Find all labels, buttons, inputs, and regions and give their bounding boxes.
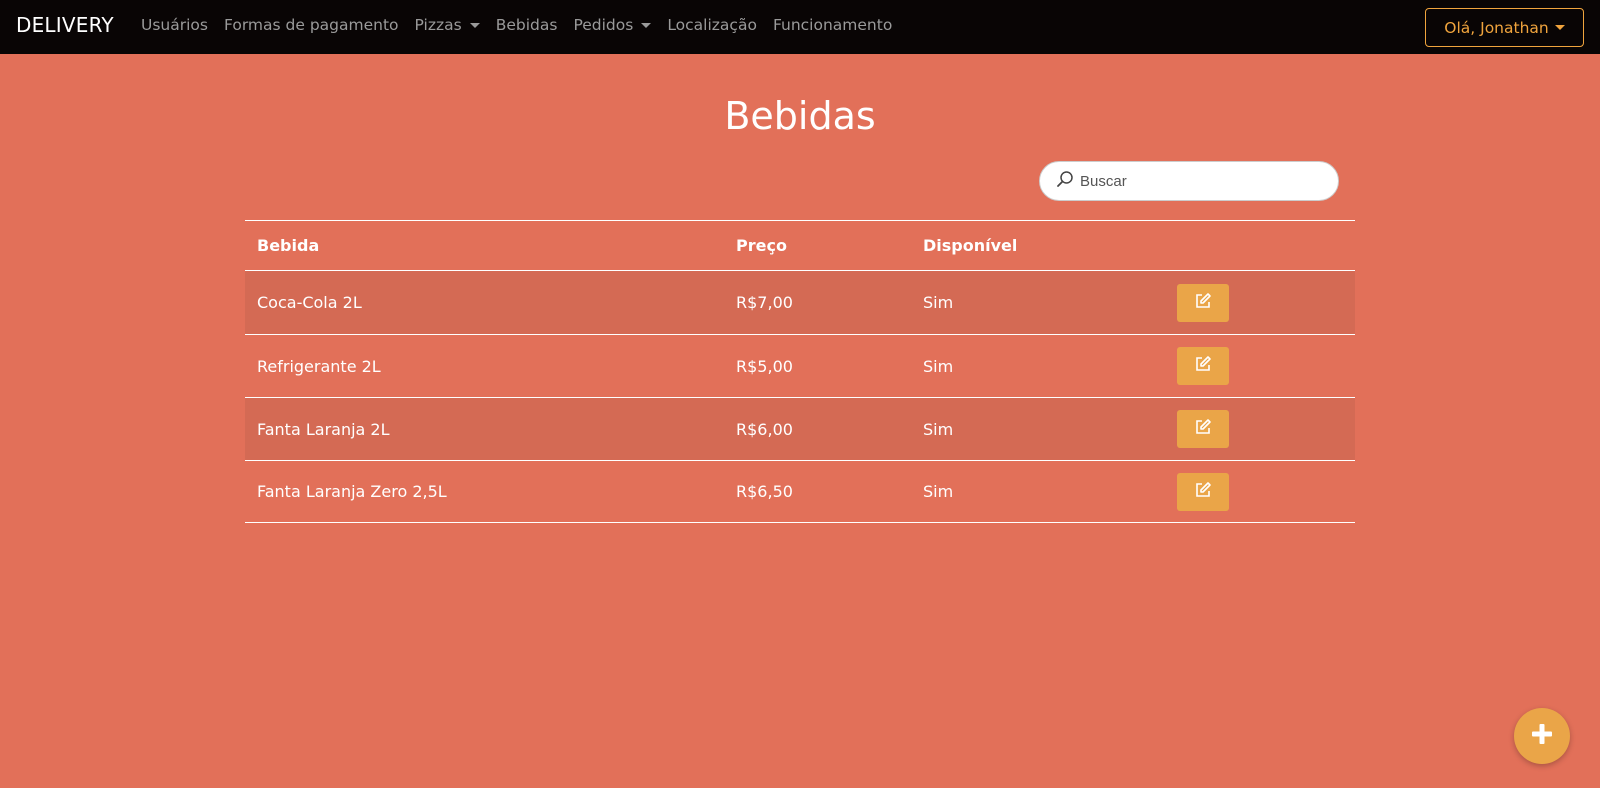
cell-preco: R$6,00 (736, 419, 793, 439)
cell-disponivel: Sim (923, 419, 954, 439)
chevron-down-icon (641, 22, 652, 28)
cell-disponivel: Sim (923, 293, 954, 312)
cell-actions (1177, 283, 1355, 322)
cell-preco: R$7,00 (736, 293, 793, 312)
nav-item-label: Formas de pagamento (223, 16, 399, 34)
nav-item-label: Pedidos (573, 16, 634, 34)
bebidas-table: Bebida Preço Disponível Coca-Cola 2L R$7… (245, 220, 1355, 523)
cell-disponivel: Sim (923, 482, 954, 501)
cell-bebida: Refrigerante 2L (257, 356, 381, 376)
cell-actions (1177, 347, 1355, 385)
user-menu-label: Olá, Jonathan (1444, 18, 1549, 37)
table-row: Refrigerante 2L R$5,00 Sim (245, 334, 1355, 397)
table-row: Coca-Cola 2L R$7,00 Sim (245, 271, 1355, 334)
nav-item-label: Funcionamento (772, 16, 893, 34)
cell-actions (1177, 410, 1355, 448)
page-title: Bebidas (724, 94, 876, 138)
add-bebida-button[interactable] (1514, 708, 1570, 764)
plus-icon (1530, 722, 1554, 750)
edit-icon (1194, 292, 1212, 314)
table-header-row: Bebida Preço Disponível (245, 221, 1355, 271)
cell-bebida: Coca-Cola 2L (257, 293, 362, 312)
nav-links: Usuários Formas de pagamento Pizzas Bebi… (141, 16, 908, 34)
search-input[interactable] (1080, 172, 1330, 190)
chevron-down-icon (469, 22, 480, 28)
edit-icon (1194, 355, 1212, 377)
table-row: Fanta Laranja 2L R$6,00 Sim (245, 397, 1355, 460)
edit-button[interactable] (1177, 347, 1229, 385)
edit-button[interactable] (1177, 472, 1229, 511)
edit-icon (1194, 418, 1212, 440)
edit-button[interactable] (1177, 410, 1229, 448)
column-header-bebida: Bebida (257, 236, 320, 255)
cell-preco: R$6,50 (736, 482, 793, 501)
edit-icon (1194, 481, 1212, 503)
nav-item-localizacao[interactable]: Localização (667, 16, 757, 34)
nav-item-label: Localização (667, 16, 757, 34)
nav-item-label: Usuários (141, 16, 208, 34)
cell-bebida: Fanta Laranja 2L (257, 419, 390, 439)
nav-item-usuarios[interactable]: Usuários (141, 16, 208, 34)
cell-bebida: Fanta Laranja Zero 2,5L (257, 482, 447, 501)
nav-item-formas-de-pagamento[interactable]: Formas de pagamento (224, 16, 399, 34)
top-navbar: DELIVERY Usuários Formas de pagamento Pi… (0, 0, 1600, 54)
cell-actions (1177, 472, 1355, 511)
column-header-disponivel: Disponível (923, 236, 1018, 255)
search-box[interactable] (1039, 161, 1339, 201)
nav-item-pedidos[interactable]: Pedidos (573, 16, 652, 34)
brand-logo[interactable]: DELIVERY (16, 13, 114, 37)
nav-item-bebidas[interactable]: Bebidas (496, 16, 558, 34)
edit-button[interactable] (1177, 283, 1229, 322)
nav-item-funcionamento[interactable]: Funcionamento (773, 16, 892, 34)
table-row: Fanta Laranja Zero 2,5L R$6,50 Sim (245, 460, 1355, 523)
cell-disponivel: Sim (923, 356, 954, 376)
nav-item-label: Pizzas (414, 16, 462, 34)
user-menu-button[interactable]: Olá, Jonathan (1425, 8, 1584, 47)
nav-item-label: Bebidas (495, 16, 558, 34)
column-header-preco: Preço (736, 236, 787, 255)
nav-item-pizzas[interactable]: Pizzas (415, 16, 480, 34)
chevron-down-icon (1554, 25, 1565, 30)
search-icon (1056, 170, 1074, 192)
cell-preco: R$5,00 (736, 356, 793, 376)
